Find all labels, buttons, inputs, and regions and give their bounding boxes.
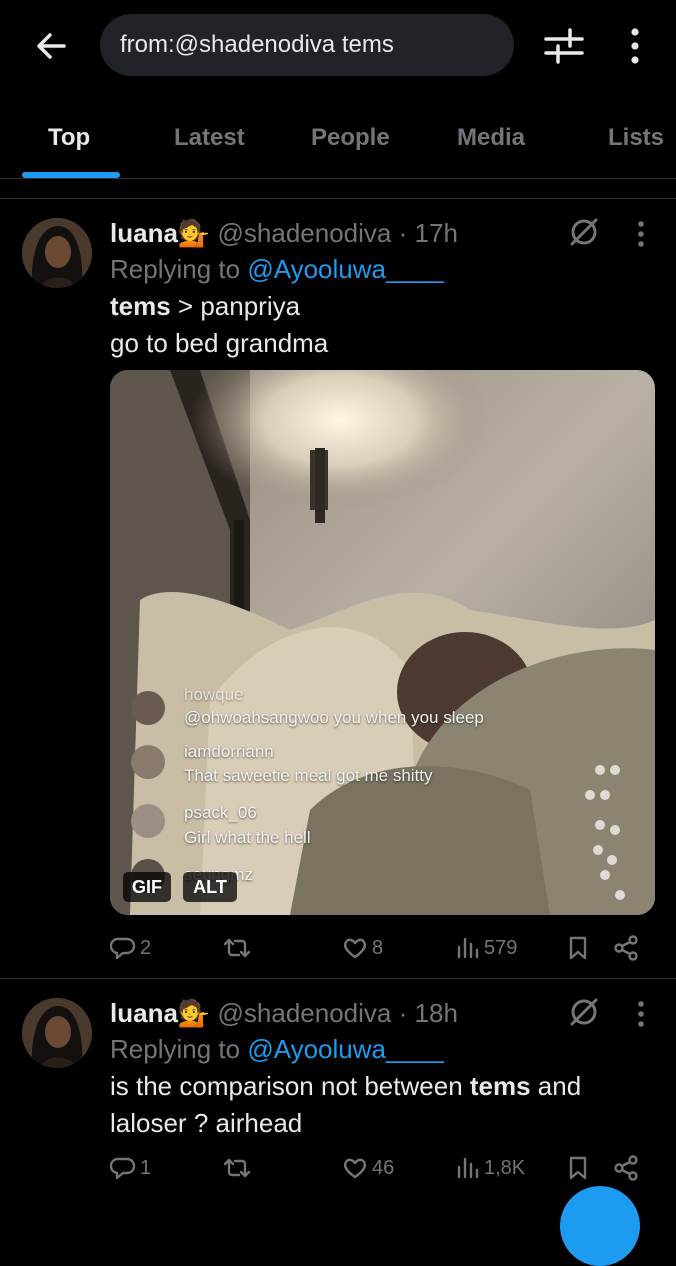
tabs-divider [0, 178, 676, 179]
repost-icon [223, 1158, 251, 1178]
share-icon [614, 1155, 638, 1181]
tab-lists[interactable]: Lists [608, 110, 664, 178]
more-dots-icon [638, 1001, 644, 1027]
tab-latest[interactable]: Latest [174, 110, 245, 178]
bookmark-button[interactable] [566, 1148, 590, 1188]
post-divider [0, 198, 676, 199]
overlay-comment: @ohwoahsangwoo you when you sleep [184, 708, 484, 727]
views-icon [457, 937, 479, 959]
compose-post-button[interactable] [560, 1186, 640, 1266]
alt-badge[interactable]: ALT [183, 872, 237, 902]
post-header: luana💁 @shadenodiva · 17h [110, 218, 458, 249]
tab-people[interactable]: People [311, 110, 390, 178]
reply-count: 2 [140, 936, 152, 959]
gif-badge: GIF [123, 872, 171, 902]
replying-to: Replying to @Ayooluwa____ [110, 1034, 444, 1065]
like-button[interactable]: 46 [342, 1148, 394, 1188]
views-button[interactable]: 1,8K [454, 1148, 525, 1188]
emoji-icon: 💁 [177, 218, 211, 248]
highlighted-term: tems [110, 291, 171, 321]
handle[interactable]: @shadenodiva [218, 218, 392, 248]
post-text-part: is the comparison not between [110, 1071, 470, 1101]
emoji-icon: 💁 [177, 998, 211, 1028]
bookmark-icon [569, 936, 587, 960]
post-text-line1: > panpriya [170, 291, 301, 321]
avatar-image [22, 218, 92, 288]
bookmark-button[interactable] [566, 928, 590, 968]
replying-to-label: Replying to [110, 254, 241, 284]
views-button[interactable]: 579 [454, 928, 517, 968]
views-icon [457, 1157, 479, 1179]
top-bar: Top Latest People Media Lists [0, 0, 676, 180]
timestamp[interactable]: 18h [415, 998, 458, 1028]
search-tabs: Top Latest People Media Lists [0, 110, 676, 178]
grok-icon [570, 998, 598, 1026]
post-more-button[interactable] [630, 216, 652, 252]
like-count: 8 [372, 936, 384, 959]
search-filter-button[interactable] [540, 24, 588, 68]
display-name[interactable]: luana [110, 998, 178, 1028]
post-text-line2: laloser ? airhead [110, 1108, 303, 1138]
more-vertical-icon [631, 28, 639, 64]
overlay-username: iamdorriann [184, 742, 274, 761]
post-actions: 1 46 1,8K [110, 1148, 655, 1188]
reply-button[interactable]: 1 [110, 1148, 151, 1188]
post-more-button[interactable] [630, 996, 652, 1032]
grok-icon [570, 218, 598, 246]
replying-to: Replying to @Ayooluwa____ [110, 254, 444, 285]
like-icon [343, 1158, 367, 1179]
repost-button[interactable] [222, 928, 256, 968]
display-name[interactable]: luana [110, 218, 178, 248]
overlay-comment: That saweetie meal got me shitty [184, 766, 433, 785]
reply-button[interactable]: 2 [110, 928, 151, 968]
post-text: is the comparison not between tems and l… [110, 1068, 650, 1142]
post-divider [0, 978, 676, 979]
reply-icon [110, 1157, 136, 1180]
like-count: 46 [372, 1156, 395, 1179]
post-text-part: and [530, 1071, 582, 1101]
back-button[interactable] [32, 26, 72, 66]
search-bar[interactable] [100, 14, 514, 76]
reply-mention-link[interactable]: @Ayooluwa____ [247, 254, 444, 284]
separator: · [398, 218, 408, 248]
share-icon [614, 935, 638, 961]
overlay-username: psack_06 [184, 803, 257, 822]
reply-mention-link[interactable]: @Ayooluwa____ [247, 1034, 444, 1064]
tab-media[interactable]: Media [457, 110, 525, 178]
grok-button[interactable] [566, 994, 602, 1030]
handle[interactable]: @shadenodiva [218, 998, 392, 1028]
post-actions: 2 8 579 [110, 928, 655, 968]
more-dots-icon [638, 221, 644, 247]
post-media-gif[interactable]: howque @ohwoahsangwoo you when you sleep… [110, 370, 655, 915]
avatar-image [22, 998, 92, 1068]
timestamp[interactable]: 17h [415, 218, 458, 248]
reply-icon [110, 937, 136, 960]
view-count: 579 [484, 936, 518, 959]
separator: · [398, 998, 408, 1028]
post-text: tems > panpriya go to bed grandma [110, 288, 650, 362]
grok-button[interactable] [566, 214, 602, 250]
overlay-username: howque [184, 685, 244, 704]
like-icon [343, 938, 367, 959]
post-header: luana💁 @shadenodiva · 18h [110, 998, 458, 1029]
replying-to-label: Replying to [110, 1034, 241, 1064]
like-button[interactable]: 8 [342, 928, 383, 968]
bookmark-icon [569, 1156, 587, 1180]
avatar[interactable] [22, 998, 92, 1068]
view-count: 1,8K [484, 1156, 526, 1179]
tab-top[interactable]: Top [48, 110, 90, 178]
share-button[interactable] [612, 1148, 640, 1188]
post-text-line2: go to bed grandma [110, 328, 329, 358]
repost-button[interactable] [222, 1148, 256, 1188]
search-input[interactable] [120, 14, 500, 76]
filter-sliders-icon [544, 28, 584, 64]
share-button[interactable] [612, 928, 640, 968]
avatar[interactable] [22, 218, 92, 288]
reply-count: 1 [140, 1156, 152, 1179]
repost-icon [223, 938, 251, 958]
highlighted-term: tems [469, 1071, 531, 1101]
more-options-button[interactable] [620, 24, 650, 68]
overlay-comment: Girl what the hell [184, 828, 311, 847]
back-arrow-icon [37, 33, 66, 59]
